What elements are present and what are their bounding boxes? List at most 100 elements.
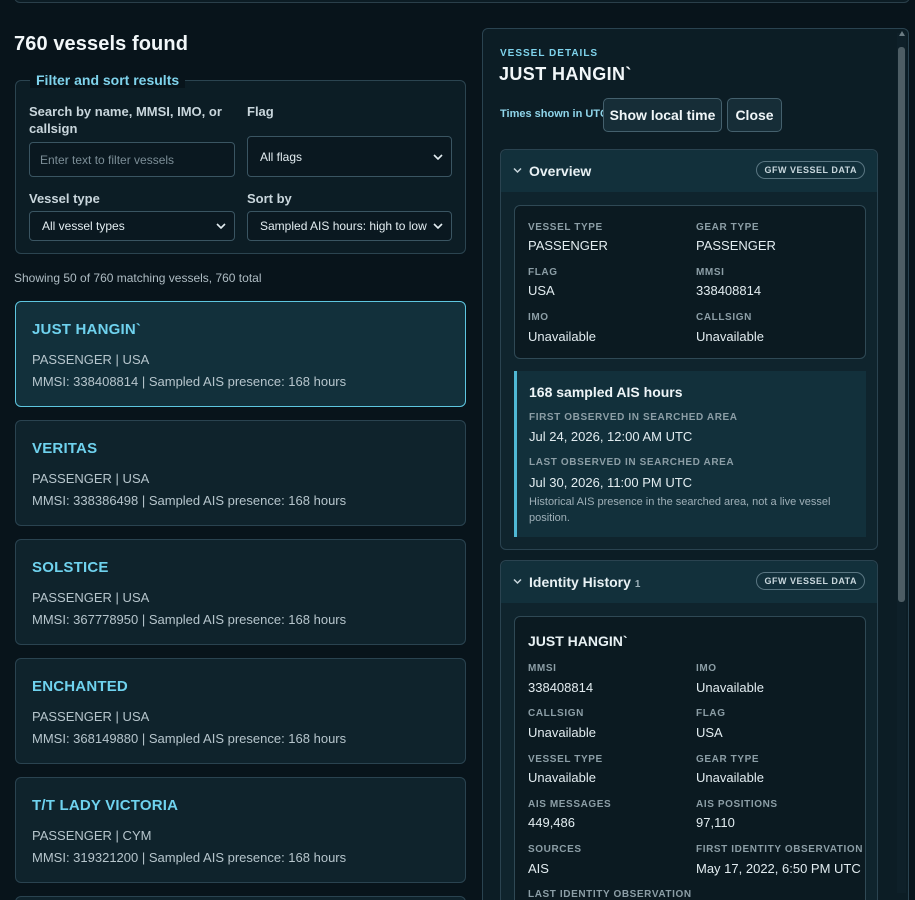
vessel-card[interactable] (15, 896, 466, 900)
show-local-time-button[interactable]: Show local time (603, 98, 722, 132)
gear-type-value: Unavailable (696, 770, 764, 785)
callsign-key: CALLSIGN (696, 312, 752, 323)
imo-value: Unavailable (696, 680, 764, 695)
vessel-type-flag: PASSENGER | USA (32, 352, 150, 367)
flag-value: USA (528, 283, 555, 298)
vessel-type-flag: PASSENGER | USA (32, 709, 150, 724)
times-note: Times shown in UTC (500, 108, 608, 120)
callsign-key: CALLSIGN (528, 708, 584, 719)
ais-presence-summary: 168 sampled AIS hours FIRST OBSERVED IN … (514, 371, 866, 537)
imo-value: Unavailable (528, 329, 596, 344)
imo-key: IMO (696, 663, 717, 674)
vessel-type-key: VESSEL TYPE (528, 754, 603, 765)
vessel-name: JUST HANGIN` (32, 321, 142, 338)
first-observed-value: Jul 24, 2026, 12:00 AM UTC (529, 429, 693, 444)
first-identity-key: FIRST IDENTITY OBSERVATION (696, 844, 864, 855)
sources-key: SOURCES (528, 844, 582, 855)
vessel-name: SOLSTICE (32, 559, 109, 576)
filter-sort-panel: Filter and sort results Search by name, … (15, 72, 466, 254)
filter-legend: Filter and sort results (30, 72, 186, 88)
first-identity-value: May 17, 2022, 6:50 PM UTC (696, 861, 861, 876)
chevron-down-icon (433, 153, 443, 160)
callsign-value: Unavailable (696, 329, 764, 344)
details-title: JUST HANGIN` (499, 64, 632, 84)
overview-section: Overview GFW VESSEL DATA VESSEL TYPE PAS… (500, 149, 878, 550)
vessel-card[interactable]: T/T LADY VICTORIA PASSENGER | CYM MMSI: … (15, 777, 466, 883)
identity-name: JUST HANGIN` (528, 633, 628, 649)
mmsi-value: 338408814 (528, 680, 594, 695)
overview-title: Overview (529, 163, 592, 179)
overview-header[interactable]: Overview GFW VESSEL DATA (501, 150, 877, 192)
details-eyebrow: VESSEL DETAILS (500, 48, 599, 59)
vessel-type-select-value: All vessel types (42, 219, 125, 233)
identity-history-label: Identity History (529, 574, 631, 590)
search-input[interactable] (29, 142, 235, 177)
vessel-type-value: PASSENGER (528, 238, 608, 253)
flag-label: Flag (247, 104, 274, 119)
identity-count: 1 (634, 579, 641, 590)
close-button[interactable]: Close (727, 98, 782, 132)
scroll-up-icon[interactable] (899, 31, 905, 36)
vessel-meta: MMSI: 338408814 | Sampled AIS presence: … (32, 374, 347, 389)
chevron-down-icon (513, 167, 522, 174)
ais-hours: 168 sampled AIS hours (529, 384, 683, 400)
vessel-type-value: Unavailable (528, 770, 596, 785)
vessel-type-key: VESSEL TYPE (528, 222, 603, 233)
chevron-down-icon (513, 578, 522, 585)
vessel-name: ENCHANTED (32, 678, 128, 695)
imo-key: IMO (528, 312, 549, 323)
vessel-details-panel: VESSEL DETAILS JUST HANGIN` Times shown … (482, 28, 909, 900)
sort-select-value: Sampled AIS hours: high to low (260, 219, 427, 233)
flag-select[interactable]: All flags (247, 136, 452, 177)
results-summary: Showing 50 of 760 matching vessels, 760 … (14, 271, 262, 285)
sort-label: Sort by (247, 191, 292, 206)
first-observed-key: FIRST OBSERVED IN SEARCHED AREA (529, 412, 738, 423)
last-observed-value: Jul 30, 2026, 11:00 PM UTC (529, 475, 693, 490)
vessel-card[interactable]: VERITAS PASSENGER | USA MMSI: 338386498 … (15, 420, 466, 526)
identity-record: JUST HANGIN` MMSI 338408814 IMO Unavaila… (514, 616, 866, 900)
gfw-badge: GFW VESSEL DATA (756, 161, 865, 179)
vessel-type-flag: PASSENGER | USA (32, 590, 150, 605)
ais-note: Historical AIS presence in the searched … (529, 496, 831, 524)
results-count-title: 760 vessels found (14, 33, 189, 55)
mmsi-key: MMSI (528, 663, 557, 674)
sources-value: AIS (528, 861, 549, 876)
gear-type-key: GEAR TYPE (696, 754, 760, 765)
mmsi-value: 338408814 (696, 283, 762, 298)
vessel-name: T/T LADY VICTORIA (32, 797, 179, 814)
identity-history-section: Identity History 1 GFW VESSEL DATA JUST H… (500, 560, 878, 900)
vessel-card[interactable]: ENCHANTED PASSENGER | USA MMSI: 36814988… (15, 658, 466, 764)
overview-fields: VESSEL TYPE PASSENGER GEAR TYPE PASSENGE… (514, 205, 866, 359)
callsign-value: Unavailable (528, 725, 596, 740)
vessel-type-flag: PASSENGER | USA (32, 471, 150, 486)
ais-messages-value: 449,486 (528, 815, 575, 830)
last-identity-key: LAST IDENTITY OBSERVATION (528, 889, 692, 900)
search-label: Search by name, MMSI, IMO, or callsign (29, 104, 222, 136)
vessel-meta: MMSI: 338386498 | Sampled AIS presence: … (32, 493, 347, 508)
chevron-down-icon (433, 223, 443, 229)
gfw-badge: GFW VESSEL DATA (756, 572, 865, 590)
sort-select[interactable]: Sampled AIS hours: high to low (247, 211, 452, 241)
vessel-type-flag: PASSENGER | CYM (32, 828, 152, 843)
chevron-down-icon (216, 223, 226, 229)
vessel-type-label: Vessel type (29, 191, 100, 206)
identity-history-header[interactable]: Identity History 1 GFW VESSEL DATA (501, 561, 877, 603)
gear-type-key: GEAR TYPE (696, 222, 760, 233)
gear-type-value: PASSENGER (696, 238, 776, 253)
scrollbar-thumb[interactable] (898, 47, 905, 602)
identity-history-title: Identity History 1 (529, 574, 640, 590)
ais-messages-key: AIS MESSAGES (528, 799, 612, 810)
flag-key: FLAG (528, 267, 558, 278)
flag-value: USA (696, 725, 723, 740)
vessel-meta: MMSI: 319321200 | Sampled AIS presence: … (32, 850, 347, 865)
vessel-card[interactable]: JUST HANGIN` PASSENGER | USA MMSI: 33840… (15, 301, 466, 407)
vessel-type-select[interactable]: All vessel types (29, 211, 235, 241)
flag-key: FLAG (696, 708, 726, 719)
vessel-name: VERITAS (32, 440, 98, 457)
vessel-meta: MMSI: 368149880 | Sampled AIS presence: … (32, 731, 347, 746)
flag-select-value: All flags (260, 149, 303, 164)
vessel-card[interactable]: SOLSTICE PASSENGER | USA MMSI: 367778950… (15, 539, 466, 645)
ais-positions-value: 97,110 (696, 815, 735, 830)
top-panel-edge (14, 0, 910, 3)
last-observed-key: LAST OBSERVED IN SEARCHED AREA (529, 457, 735, 468)
